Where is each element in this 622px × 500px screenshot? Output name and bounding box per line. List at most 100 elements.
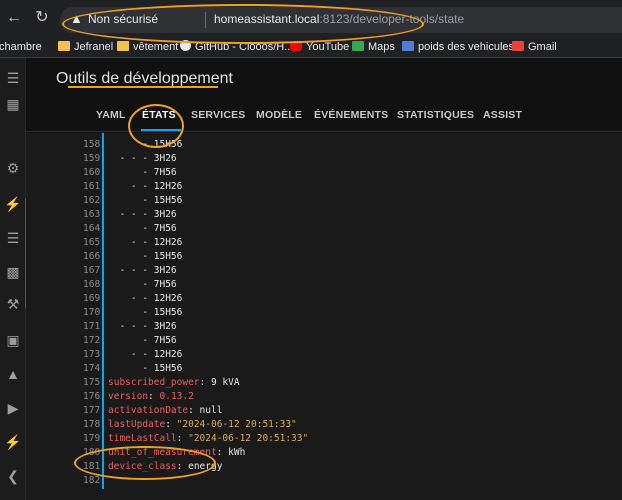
code-line[interactable]: - 15H56	[108, 307, 182, 318]
bookmark-gmail[interactable]: Gmail	[512, 39, 557, 55]
chart-icon[interactable]: ▩	[3, 262, 23, 282]
maps-icon	[352, 41, 364, 51]
bookmark-chambre[interactable]: chambre	[0, 39, 42, 55]
yaml-value: 0.13.2	[153, 391, 194, 402]
media-icon[interactable]: ▶	[3, 398, 23, 418]
gmail-icon	[512, 41, 524, 51]
bookmark-label: Maps	[368, 41, 395, 53]
line-number: 158	[83, 139, 101, 150]
yaml-editor[interactable]: 158 - 15H56 159 - - - 3H26 160 - 7H56 161 -…	[26, 133, 622, 500]
bookmark-maps[interactable]: Maps	[352, 39, 395, 55]
tab-assist[interactable]: ASSIST	[483, 109, 522, 121]
line-number: 169	[83, 293, 101, 304]
line-number: 177	[83, 405, 101, 416]
line-number: 175	[83, 377, 101, 388]
yaml-key: activationDate	[108, 405, 189, 416]
line-number: 165	[83, 237, 101, 248]
sidebar: ☰ ▦ ⚙ ⚡ ☰ ▩ ⚒ ▣ ▲ ▶ ⚡ ❮	[0, 58, 27, 500]
bookmark-poids[interactable]: poids des vehicules...	[402, 39, 523, 55]
energy-icon[interactable]: ⚡	[3, 432, 23, 452]
code-line[interactable]: lastUpdate: "2024-06-12 20:51:33"	[108, 419, 297, 430]
code-line[interactable]: - - - 3H26	[108, 321, 176, 332]
tab-evenements[interactable]: ÉVÉNEMENTS	[314, 109, 388, 121]
tab-annotation-circle	[128, 104, 184, 148]
wrench-icon[interactable]: ⚒	[3, 294, 23, 314]
code-line[interactable]: - - 12H26	[108, 349, 182, 360]
yaml-key: lastUpdate	[108, 419, 166, 430]
tab-statistiques[interactable]: STATISTIQUES	[397, 109, 474, 121]
line-number: 159	[83, 153, 101, 164]
device-class-annotation-circle	[74, 446, 216, 480]
line-number: 171	[83, 321, 101, 332]
code-line[interactable]: - - 12H26	[108, 237, 182, 248]
tab-services[interactable]: SERVICES	[191, 109, 246, 121]
history-icon[interactable]: ▲	[3, 364, 23, 384]
code-line[interactable]: - - - 3H26	[108, 209, 176, 220]
lightning-icon[interactable]: ⚡	[3, 194, 23, 214]
bookmark-label: chambre	[0, 41, 42, 53]
app-header: Outils de développement	[26, 58, 622, 98]
line-number: 179	[83, 433, 101, 444]
code-line[interactable]: - 7H56	[108, 335, 176, 346]
code-line[interactable]: - - 12H26	[108, 293, 182, 304]
code-line[interactable]: activationDate: null	[108, 405, 222, 416]
yaml-key: subscribed_power	[108, 377, 200, 388]
line-number: 176	[83, 391, 101, 402]
line-number: 168	[83, 279, 101, 290]
list-icon[interactable]: ☰	[3, 228, 23, 248]
line-number: 164	[83, 223, 101, 234]
code-line[interactable]: - 15H56	[108, 251, 182, 262]
yaml-key: timeLastCall	[108, 433, 177, 444]
page-icon	[402, 41, 414, 51]
line-number: 161	[83, 181, 101, 192]
yaml-key: version	[108, 391, 149, 402]
dashboard-icon[interactable]: ▦	[3, 94, 23, 114]
yaml-value: 9 kVA	[205, 377, 240, 388]
code-line[interactable]: - 7H56	[108, 279, 176, 290]
yaml-value: kWh	[222, 447, 246, 458]
line-number: 173	[83, 349, 101, 360]
line-number: 160	[83, 167, 101, 178]
line-number: 163	[83, 209, 101, 220]
settings-cog-icon[interactable]: ⚙	[3, 158, 23, 178]
tab-bar: YAML ÉTATS SERVICES MODÈLE ÉVÉNEMENTS ST…	[26, 98, 622, 132]
title-underline-annotation	[68, 86, 218, 88]
code-line[interactable]: - - - 3H26	[108, 265, 176, 276]
menu-icon[interactable]: ☰	[3, 68, 23, 88]
code-line[interactable]: - - 12H26	[108, 181, 182, 192]
line-number: 172	[83, 335, 101, 346]
bookmark-label: Jefranel	[74, 41, 114, 53]
line-number: 182	[83, 475, 101, 486]
code-line[interactable]: - 15H56	[108, 363, 182, 374]
folder-icon	[58, 41, 70, 51]
folder-icon	[117, 41, 129, 51]
hacs-icon[interactable]: ▣	[3, 330, 23, 350]
tab-modele[interactable]: MODÈLE	[256, 109, 302, 121]
line-number: 166	[83, 251, 101, 262]
yaml-value: "2024-06-12 20:51:33"	[182, 433, 309, 444]
code-line[interactable]: - 7H56	[108, 223, 176, 234]
bookmark-label: Gmail	[528, 41, 557, 53]
code-line[interactable]: - 7H56	[108, 167, 176, 178]
url-annotation-circle	[62, 4, 424, 44]
code-line[interactable]: - 15H56	[108, 195, 182, 206]
bookmark-label: vêtement	[133, 41, 179, 53]
arrow-left-icon[interactable]: ←	[4, 8, 24, 28]
yaml-value: "2024-06-12 20:51:33"	[170, 419, 297, 430]
code-line[interactable]: subscribed_power: 9 kVA	[108, 377, 240, 388]
bookmark-jefranel[interactable]: Jefranel	[58, 39, 113, 55]
tab-yaml[interactable]: YAML	[96, 109, 126, 121]
bookmark-label: poids des vehicules...	[418, 41, 524, 53]
code-line[interactable]: timeLastCall: "2024-06-12 20:51:33"	[108, 433, 308, 444]
vscode-icon[interactable]: ❮	[3, 466, 23, 486]
bookmark-label: YouTube	[306, 41, 350, 53]
line-number: 174	[83, 363, 101, 374]
line-number: 178	[83, 419, 101, 430]
line-number: 167	[83, 265, 101, 276]
code-line[interactable]: - - - 3H26	[108, 153, 176, 164]
line-number: 170	[83, 307, 101, 318]
reload-icon[interactable]: ↻	[32, 8, 52, 28]
yaml-value: null	[193, 405, 223, 416]
line-number: 162	[83, 195, 101, 206]
code-line[interactable]: version: 0.13.2	[108, 391, 194, 402]
